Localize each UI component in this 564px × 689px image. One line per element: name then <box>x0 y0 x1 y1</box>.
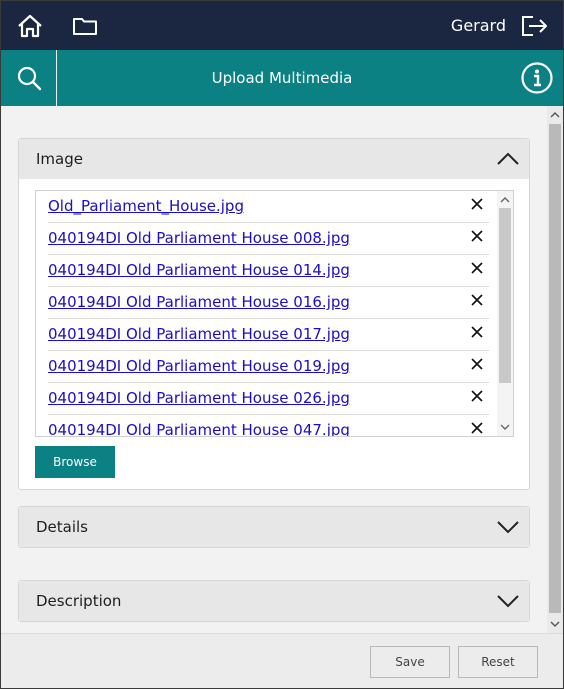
form-footer: Save Reset <box>1 633 563 688</box>
file-list: Old_Parliament_House.jpg 040194DI Old Pa… <box>35 190 514 437</box>
remove-file-icon[interactable] <box>470 229 484 243</box>
file-link[interactable]: 040194DI Old Parliament House 008.jpg <box>48 229 350 247</box>
scroll-down-icon[interactable] <box>500 422 510 432</box>
file-list-scroll-thumb[interactable] <box>499 208 511 383</box>
image-panel: Image Old_Parliament_House.jpg 040194DI … <box>18 138 530 490</box>
remove-file-icon[interactable] <box>470 325 484 339</box>
chevron-up-icon[interactable] <box>497 148 519 170</box>
chevron-down-icon[interactable] <box>497 590 519 612</box>
file-link[interactable]: 040194DI Old Parliament House 016.jpg <box>48 293 350 311</box>
page-header: Upload Multimedia <box>1 50 563 106</box>
user-name[interactable]: Gerard <box>451 16 506 35</box>
search-icon[interactable] <box>1 50 57 106</box>
top-navigation-bar: Gerard <box>1 1 563 50</box>
main-scrollbar[interactable] <box>547 106 563 633</box>
file-list-item: 040194DI Old Parliament House 014.jpg <box>48 255 489 287</box>
details-panel-header[interactable]: Details <box>19 507 529 547</box>
file-link[interactable]: 040194DI Old Parliament House 047.jpg <box>48 421 350 436</box>
file-list-item: 040194DI Old Parliament House 019.jpg <box>48 351 489 383</box>
file-link[interactable]: 040194DI Old Parliament House 026.jpg <box>48 389 350 407</box>
remove-file-icon[interactable] <box>470 293 484 307</box>
file-link[interactable]: Old_Parliament_House.jpg <box>48 197 244 215</box>
image-panel-header[interactable]: Image <box>19 139 529 179</box>
scroll-up-icon[interactable] <box>550 110 560 120</box>
scroll-up-icon[interactable] <box>500 195 510 205</box>
info-icon[interactable] <box>521 62 553 94</box>
chevron-down-icon[interactable] <box>497 516 519 538</box>
file-link[interactable]: 040194DI Old Parliament House 019.jpg <box>48 357 350 375</box>
main-scroll-thumb[interactable] <box>549 124 561 613</box>
image-panel-label: Image <box>36 150 83 168</box>
remove-file-icon[interactable] <box>470 261 484 275</box>
file-list-item: 040194DI Old Parliament House 016.jpg <box>48 287 489 319</box>
description-panel: Description <box>18 580 530 622</box>
description-panel-label: Description <box>36 592 122 610</box>
home-icon[interactable] <box>15 11 45 41</box>
remove-file-icon[interactable] <box>470 389 484 403</box>
remove-file-icon[interactable] <box>470 197 484 211</box>
form-content: Image Old_Parliament_House.jpg 040194DI … <box>1 106 547 633</box>
browse-button[interactable]: Browse <box>35 446 115 478</box>
file-link[interactable]: 040194DI Old Parliament House 017.jpg <box>48 325 350 343</box>
folder-icon[interactable] <box>70 11 100 41</box>
description-panel-header[interactable]: Description <box>19 581 529 621</box>
details-panel-label: Details <box>36 518 89 536</box>
logout-icon[interactable] <box>519 11 549 41</box>
remove-file-icon[interactable] <box>470 421 484 435</box>
file-list-item: 040194DI Old Parliament House 047.jpg <box>48 415 489 436</box>
reset-button[interactable]: Reset <box>458 646 538 678</box>
file-list-scrollbar[interactable] <box>497 191 513 436</box>
file-link[interactable]: 040194DI Old Parliament House 014.jpg <box>48 261 350 279</box>
page-title: Upload Multimedia <box>211 69 353 87</box>
file-list-item: 040194DI Old Parliament House 026.jpg <box>48 383 489 415</box>
save-button[interactable]: Save <box>370 646 450 678</box>
scroll-down-icon[interactable] <box>550 619 560 629</box>
file-list-item: Old_Parliament_House.jpg <box>48 191 489 223</box>
remove-file-icon[interactable] <box>470 357 484 371</box>
file-list-item: 040194DI Old Parliament House 017.jpg <box>48 319 489 351</box>
file-list-item: 040194DI Old Parliament House 008.jpg <box>48 223 489 255</box>
details-panel: Details <box>18 506 530 548</box>
app-window: Gerard Upload Multimedia Image Old_Parli… <box>0 0 564 689</box>
